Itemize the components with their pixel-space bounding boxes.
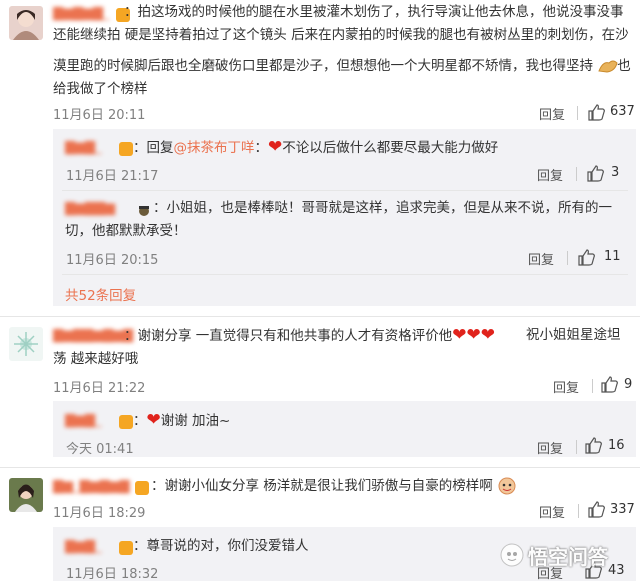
divider (0, 316, 640, 317)
heart-emoji-icon: ❤ (146, 410, 161, 430)
reply-text: ：❤谢谢 加油~ (133, 410, 231, 430)
avatar[interactable] (9, 327, 43, 361)
reply-button[interactable]: 回复 (537, 438, 563, 457)
like-count: 3 (611, 165, 620, 180)
reply-button[interactable]: 回复 (553, 377, 579, 396)
comment-text: ：谢谢小仙女分享 杨洋就是很让我们骄傲与自豪的榜样啊 (151, 475, 517, 498)
avatar[interactable] (9, 478, 43, 512)
comment-time: 11月6日 18:29 (53, 506, 146, 521)
vip-badge-icon (135, 481, 149, 495)
reply-button[interactable]: 回复 (528, 249, 554, 268)
divider (62, 274, 628, 275)
vip-badge-icon (119, 541, 133, 555)
divider (0, 467, 640, 468)
thumbs-up-icon[interactable] (588, 104, 605, 121)
comment-time: 11月6日 21:22 (53, 381, 146, 396)
vip-badge-icon (119, 142, 133, 156)
like-count: 637 (610, 104, 635, 119)
comment-text: 祝小姐姐星途坦 (526, 327, 621, 343)
username[interactable]: ▇▆▇_ (65, 539, 102, 554)
separator (578, 504, 579, 518)
thumbs-up-icon[interactable] (587, 165, 604, 182)
heart-emoji-icon: ❤❤❤ (452, 325, 496, 345)
like-count: 11 (604, 249, 621, 264)
reply-button[interactable]: 回复 (539, 104, 565, 123)
comment-time: 11月6日 20:11 (53, 108, 146, 123)
muscle-emoji-icon (597, 57, 618, 75)
thumbs-up-icon[interactable] (578, 249, 595, 266)
comment-text: 还能继续拍 硬是坚持着拍过了这个镜头 后来在内蒙拍的时候我的腿也有被树丛里的刺划… (53, 27, 629, 43)
reply-text: ：回复@抹茶布丁咩：❤不论以后做什么都要尽最大能力做好 (133, 137, 499, 157)
comment-text: ：谢谢分享 一直觉得只有和他共事的人才有资格评价他❤❤❤ (124, 325, 496, 345)
mention-link[interactable]: @抹茶布丁咩 (174, 140, 255, 156)
separator (576, 440, 577, 454)
watermark-text: 悟空问答 (528, 544, 608, 569)
reply-text: ：尊哥说的对，你们没爱错人 (133, 538, 309, 554)
username[interactable]: ▇▆▇▇▆ (65, 201, 115, 216)
separator (592, 379, 593, 393)
like-count: 337 (610, 502, 635, 517)
cap-badge-icon (137, 202, 151, 216)
wukong-logo-icon (500, 543, 524, 567)
separator (567, 251, 568, 265)
reply-time: 11月6日 21:17 (66, 169, 159, 184)
reply-time: 今天 01:41 (66, 442, 134, 457)
vip-badge-icon (119, 415, 133, 429)
like-count: 16 (608, 438, 625, 453)
comment-text: 漠里跑的时候脚后跟也全磨破伤口里都是沙子，但想想他一个大明星都不矫情，我也得坚持… (53, 57, 631, 75)
username[interactable]: ▇▆▇_ (65, 140, 102, 155)
like-count: 43 (608, 563, 625, 578)
username[interactable]: ▇▆▇▆▇_ (53, 6, 110, 21)
separator (576, 167, 577, 181)
thumbs-up-icon[interactable] (601, 376, 618, 393)
username[interactable]: ▇▆▇▇▆▇▆▇ (53, 328, 133, 343)
reply-text: ：小姐姐，也是棒棒哒！哥哥就是这样，追求完美，但是从来不说，所有的一 (153, 200, 612, 216)
reply-text: 切，他都默默承受！ (65, 223, 187, 239)
watermark: 悟空问答 (500, 543, 608, 569)
comment-text: 给我做了个榜样 (53, 81, 148, 97)
thumbs-up-icon[interactable] (588, 501, 605, 518)
heart-emoji-icon: ❤ (268, 137, 283, 157)
username[interactable]: ▇▆▇_ (65, 413, 102, 428)
reply-time: 11月6日 18:32 (66, 567, 159, 582)
avatar[interactable] (9, 6, 43, 40)
reply-button[interactable]: 回复 (537, 165, 563, 184)
reply-time: 11月6日 20:15 (66, 253, 159, 268)
like-count: 9 (624, 377, 633, 392)
username[interactable]: ▇▆_▇▆▇▆▇ (53, 479, 129, 494)
face-emoji-icon (497, 477, 517, 495)
more-replies-link[interactable]: 共52条回复 (65, 284, 136, 304)
separator (577, 106, 578, 120)
comment-text: ：拍这场戏的时候他的腿在水里被灌木划伤了，执行导演让他去休息，他说没事没事 (124, 4, 624, 20)
comment-text: 荡 越来越好哦 (53, 351, 139, 367)
reply-button[interactable]: 回复 (539, 502, 565, 521)
divider (62, 190, 628, 191)
thumbs-up-icon[interactable] (585, 437, 602, 454)
